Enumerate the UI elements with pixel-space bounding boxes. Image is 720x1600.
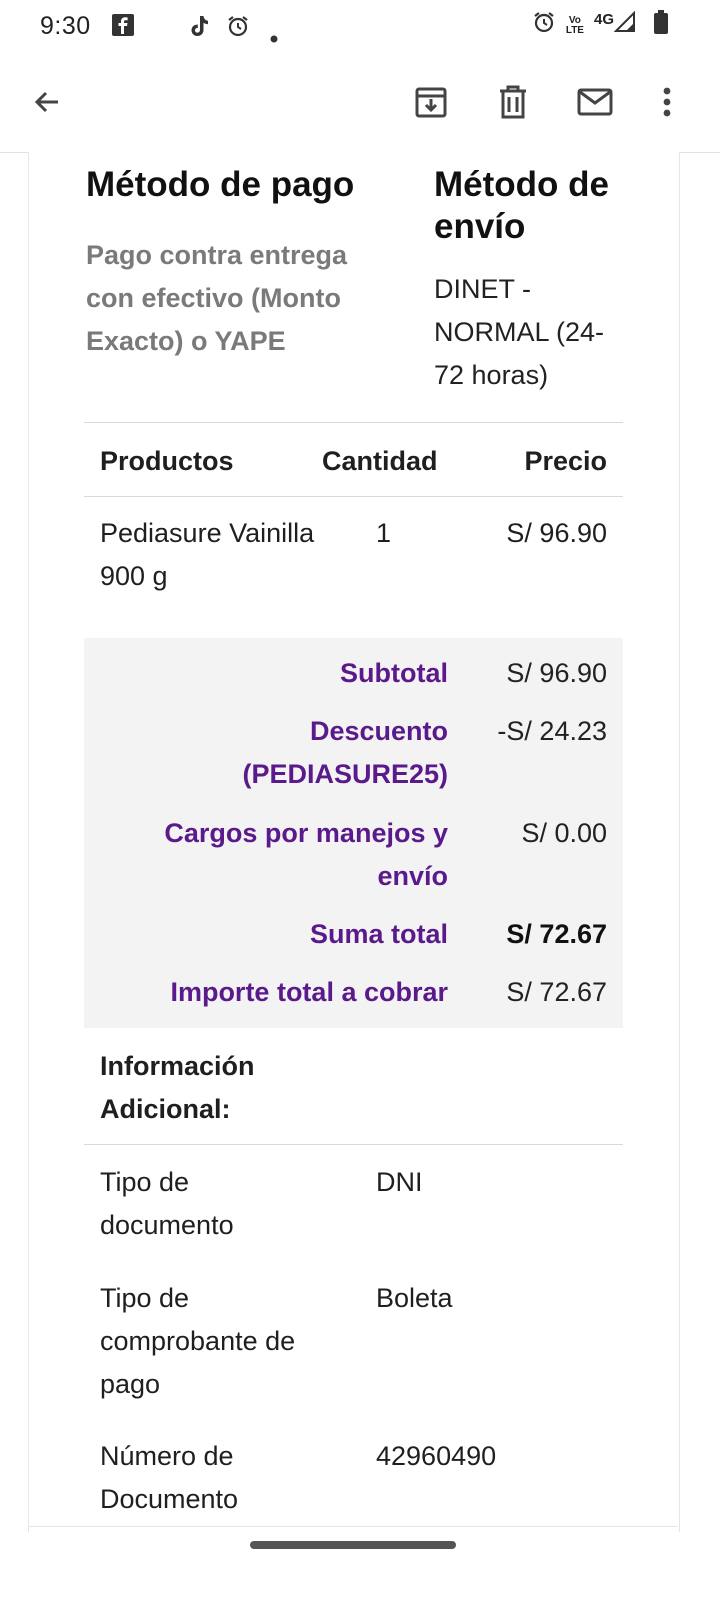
delete-button[interactable] [487,78,539,130]
header-price: Precio [524,446,607,476]
more-options-button[interactable] [641,78,693,130]
volte-icon: Vo LTE [565,14,584,36]
signal-icon [613,10,636,40]
subtotal-value: S/ 96.90 [506,658,607,688]
info-value: 42960490 [376,1441,497,1471]
shipping-method-title: Método de envío [434,165,609,246]
discount-value: -S/ 24.23 [497,716,607,746]
facebook-icon [112,14,134,43]
divider [84,1144,623,1145]
payment-method: Método de pago Pago contra entrega con e… [86,164,406,363]
header-quantity: Cantidad [322,446,438,476]
info-value: Boleta [376,1283,453,1313]
shipping-method-text: DINET - NORMAL (24-72 horas) [434,274,605,390]
mail-button[interactable] [569,78,621,130]
mail-icon [577,88,613,121]
tiktok-icon [188,14,210,45]
gesture-navigation-bar[interactable] [250,1541,456,1549]
info-key: Tipo de documento [100,1167,234,1240]
table-row: Pediasure Vainilla 900 g 1 S/ 96.90 [84,498,623,628]
payment-method-title: Método de pago [86,165,355,204]
alarm-icon [532,10,556,41]
divider [84,496,623,497]
divider [84,422,623,423]
network-type: 4G [593,11,614,28]
info-value: DNI [376,1167,423,1197]
status-right-group: Vo LTE 4G [532,10,668,41]
order-summary: Subtotal S/ 96.90 Descuento (PEDIASURE25… [84,638,623,1028]
total-value: S/ 72.67 [506,919,607,949]
product-quantity: 1 [376,518,392,548]
back-arrow-icon [31,86,63,123]
status-bar: 9:30 Vo LTE 4G [0,0,720,56]
subtotal-label: Subtotal [340,658,448,688]
delete-icon [498,85,528,124]
info-key: Tipo de comprobante de pago [100,1283,296,1399]
charge-label: Importe total a cobrar [170,977,448,1007]
product-price: S/ 96.90 [506,518,607,548]
battery-icon [654,10,668,41]
notification-dot-icon [270,22,278,50]
volte-top-text: Vo [568,14,581,26]
back-button[interactable] [21,78,73,130]
payment-method-text: Pago contra entrega con efectivo (Monto … [86,240,348,356]
archive-button[interactable] [405,78,457,130]
archive-icon [414,85,448,124]
total-label: Suma total [309,919,448,949]
additional-info-title: Información Adicional: [100,1051,255,1124]
methods-section: Método de pago Pago contra entrega con e… [86,164,626,424]
alarm-icon [226,14,250,45]
charge-value: S/ 72.67 [506,977,607,1007]
shipping-charges-label: Cargos por manejos y envío [164,818,448,891]
info-key: Número de Documento [100,1441,239,1514]
volte-bottom-text: LTE [565,24,584,36]
products-table-header: Productos Cantidad Precio [84,430,623,496]
app-bar [0,56,720,153]
header-products: Productos [100,446,234,476]
status-time: 9:30 [40,12,91,40]
more-vert-icon [663,87,671,122]
shipping-charges-value: S/ 0.00 [521,818,607,848]
discount-label: Descuento (PEDIASURE25) [242,716,448,789]
product-name: Pediasure Vainilla 900 g [100,518,315,591]
shipping-method: Método de envío DINET - NORMAL (24-72 ho… [434,164,634,397]
card-bottom-border [28,1526,678,1527]
